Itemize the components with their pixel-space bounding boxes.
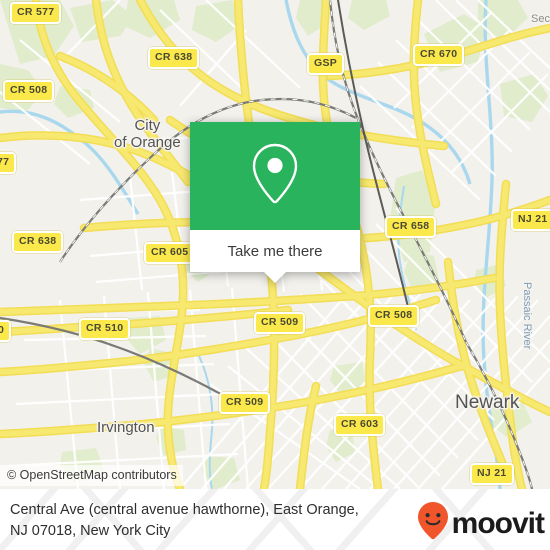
map-pin-icon: [250, 142, 300, 211]
road-shield-cr-670[interactable]: CR 670: [413, 44, 465, 66]
road-shield-cr-577-edge[interactable]: 77: [0, 152, 17, 174]
address-line-2: NJ 07018, New York City: [10, 522, 171, 539]
road-shield-cr-603[interactable]: CR 603: [334, 414, 386, 436]
take-me-there-label: Take me there: [227, 242, 323, 260]
road-shield-cr-638-mid[interactable]: CR 638: [12, 231, 64, 253]
road-shield-cr-605[interactable]: CR 605: [144, 242, 196, 264]
road-shield-nj-21-right[interactable]: NJ 21: [511, 209, 550, 231]
address-text: Central Ave (central avenue hawthorne), …: [10, 500, 410, 541]
footer-bar: Central Ave (central avenue hawthorne), …: [0, 489, 550, 550]
road-shield-cr-577[interactable]: CR 577: [10, 2, 62, 24]
location-popup-card[interactable]: Take me there: [190, 122, 360, 283]
road-shield-cr-658[interactable]: CR 658: [385, 216, 437, 238]
road-shield-cr-509-bot[interactable]: CR 509: [219, 392, 271, 414]
map-screenshot: .w { fill:none; stroke:#ffffff; } .mj { …: [0, 0, 550, 550]
map-viewport[interactable]: .w { fill:none; stroke:#ffffff; } .mj { …: [0, 0, 550, 489]
popup-header: [190, 122, 360, 230]
address-line-1: Central Ave (central avenue hawthorne), …: [10, 502, 359, 518]
road-shield-cr-509-mid[interactable]: CR 509: [254, 312, 306, 334]
place-label-newark: Newark: [455, 392, 520, 413]
road-shield-nj-21-bot[interactable]: NJ 21: [470, 463, 514, 485]
osm-attribution[interactable]: © OpenStreetMap contributors: [0, 465, 183, 486]
road-shield-edge-left[interactable]: 0: [0, 320, 12, 342]
place-label-second-river: Seco: [531, 13, 550, 25]
popup-pointer: [264, 272, 286, 283]
place-label-city-of-orange: City of Orange: [114, 117, 181, 151]
road-shield-gsp[interactable]: GSP: [307, 53, 345, 75]
place-label-irvington: Irvington: [97, 419, 155, 436]
moovit-pin-icon: [416, 501, 450, 546]
moovit-wordmark: moovit: [451, 506, 545, 540]
road-shield-cr-508-mid[interactable]: CR 508: [368, 305, 420, 327]
road-shield-cr-638-top[interactable]: CR 638: [148, 47, 200, 69]
take-me-there-button[interactable]: Take me there: [190, 230, 360, 272]
moovit-logo[interactable]: moovit: [416, 501, 545, 546]
road-shield-cr-510[interactable]: CR 510: [79, 318, 131, 340]
road-shield-cr-508-top[interactable]: CR 508: [3, 80, 55, 102]
place-label-passaic-river: Passaic River: [521, 282, 533, 350]
